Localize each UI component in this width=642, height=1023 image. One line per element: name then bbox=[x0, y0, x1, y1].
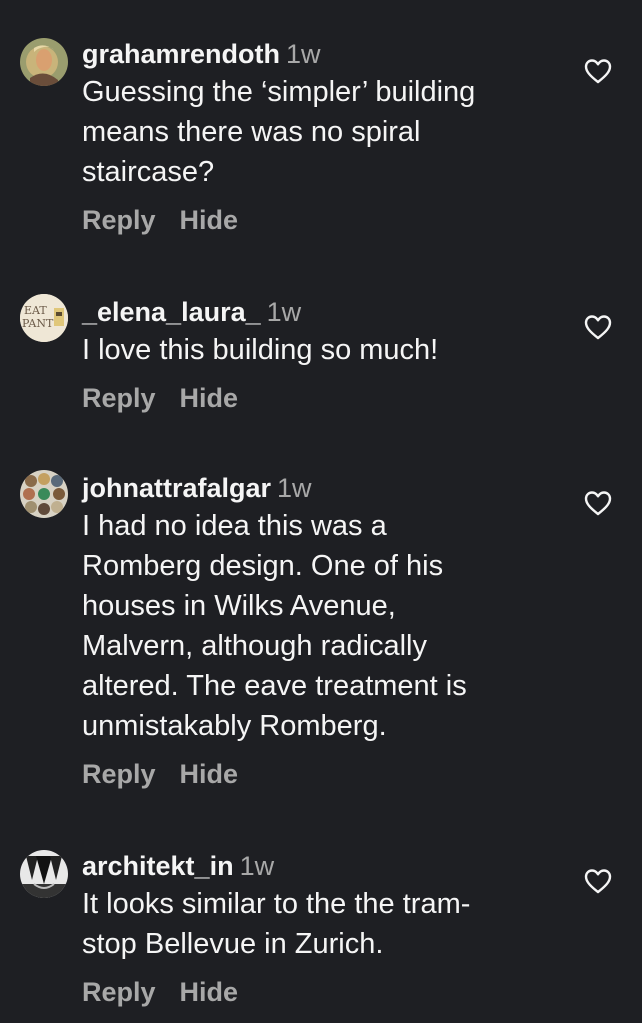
avatar[interactable] bbox=[20, 38, 68, 86]
heart-outline-icon[interactable] bbox=[584, 58, 612, 84]
comment-actions: Reply Hide bbox=[82, 759, 552, 790]
comment-text-line: means there was no spiral bbox=[82, 116, 421, 148]
timestamp: 1w bbox=[239, 851, 275, 881]
timestamp: 1w bbox=[277, 473, 312, 503]
username[interactable]: grahamrendoth bbox=[82, 39, 280, 69]
comment-text-line: It looks similar to the the tram- bbox=[82, 888, 471, 920]
comment-header: grahamrendoth 1w bbox=[82, 38, 552, 70]
reply-button[interactable]: Reply bbox=[82, 759, 156, 789]
comment-body: architekt_in 1w It looks similar to the t… bbox=[82, 850, 552, 1008]
comment-header: _elena_laura_ 1w bbox=[82, 296, 552, 328]
comment-header: architekt_in 1w bbox=[82, 850, 552, 882]
comment-text: Guessing the ‘simpler’ building means th… bbox=[82, 72, 552, 192]
comment-text-line: altered. The eave treatment is bbox=[82, 670, 467, 702]
comment-body: _elena_laura_ 1w I love this building so … bbox=[82, 296, 552, 414]
comment-text-line: unmistakably Romberg. bbox=[82, 710, 387, 742]
comment-text-line: houses in Wilks Avenue, bbox=[82, 590, 396, 622]
comment-header: johnattrafalgar 1w bbox=[82, 472, 552, 504]
avatar-logo-text: EAT bbox=[24, 304, 47, 317]
comment-body: johnattrafalgar 1w I had no idea this was… bbox=[82, 472, 552, 790]
heart-outline-icon[interactable] bbox=[584, 314, 612, 340]
reply-button[interactable]: Reply bbox=[82, 383, 156, 413]
comment-text-line: Romberg design. One of his bbox=[82, 550, 444, 582]
timestamp: 1w bbox=[286, 39, 321, 69]
username[interactable]: _elena_laura_ bbox=[82, 297, 261, 327]
username[interactable]: architekt_in bbox=[82, 851, 234, 881]
reply-button[interactable]: Reply bbox=[82, 977, 156, 1007]
comment-text-line: staircase? bbox=[82, 156, 215, 188]
comment-text: It looks similar to the the tram- stop B… bbox=[82, 884, 552, 964]
comment-text: I had no idea this was a Romberg design.… bbox=[82, 506, 552, 746]
heart-outline-icon[interactable] bbox=[584, 868, 612, 894]
comment-actions: Reply Hide bbox=[82, 977, 552, 1008]
comment-text-line: Malvern, although radically bbox=[82, 630, 427, 662]
comment-text-line: I love this building so much! bbox=[82, 334, 439, 366]
comments-page: grahamrendoth 1w Guessing the ‘simpler’ b… bbox=[0, 0, 642, 1023]
avatar[interactable] bbox=[20, 470, 68, 518]
comment-text-line: Guessing the ‘simpler’ building bbox=[82, 76, 476, 108]
hide-button[interactable]: Hide bbox=[180, 383, 239, 413]
comment-text-line: I had no idea this was a bbox=[82, 510, 387, 542]
avatar[interactable] bbox=[20, 850, 68, 898]
avatar-logo-text: PANT bbox=[22, 317, 54, 330]
avatar[interactable]: EAT PANT bbox=[20, 294, 68, 342]
timestamp: 1w bbox=[266, 297, 302, 327]
comment-actions: Reply Hide bbox=[82, 205, 552, 236]
hide-button[interactable]: Hide bbox=[180, 759, 239, 789]
hide-button[interactable]: Hide bbox=[180, 205, 239, 235]
comment-text-line: stop Bellevue in Zurich. bbox=[82, 928, 384, 960]
hide-button[interactable]: Hide bbox=[180, 977, 239, 1007]
comment-body: grahamrendoth 1w Guessing the ‘simpler’ b… bbox=[82, 38, 552, 236]
username[interactable]: johnattrafalgar bbox=[82, 473, 271, 503]
comment-actions: Reply Hide bbox=[82, 383, 552, 414]
comment-text: I love this building so much! bbox=[82, 330, 552, 370]
reply-button[interactable]: Reply bbox=[82, 205, 156, 235]
heart-outline-icon[interactable] bbox=[584, 490, 612, 516]
